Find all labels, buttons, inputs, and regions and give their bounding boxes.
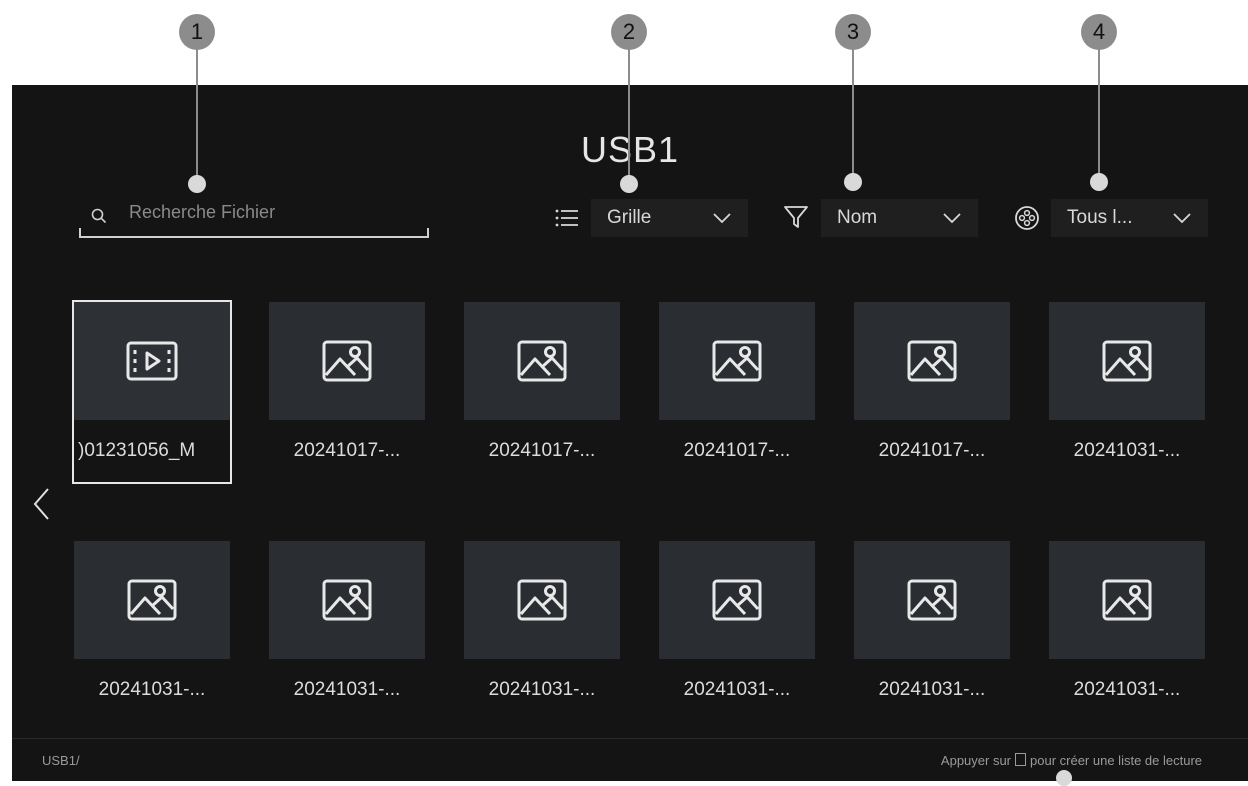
- image-file-icon: [322, 579, 372, 621]
- file-name: 20241031-...: [98, 679, 206, 700]
- callout-badge-1: 1: [179, 14, 215, 50]
- sort-value: Nom: [837, 207, 878, 228]
- file-thumbnail: [659, 541, 815, 659]
- file-tile[interactable]: )01231056_M: [72, 300, 232, 484]
- image-file-icon: [127, 579, 177, 621]
- current-path: USB1/: [42, 753, 80, 768]
- callout-dot-5: [1056, 770, 1072, 786]
- search-underline: [79, 228, 429, 238]
- content-type-dropdown[interactable]: Tous l...: [1051, 199, 1208, 237]
- file-name: 20241031-...: [878, 679, 986, 700]
- file-tile[interactable]: 20241017-...: [464, 302, 620, 482]
- view-mode-dropdown[interactable]: Grille: [591, 199, 748, 237]
- file-name: 20241017-...: [488, 440, 596, 461]
- file-tile[interactable]: 20241031-...: [1049, 302, 1205, 482]
- callout-dot-1: [188, 175, 206, 193]
- file-thumbnail: [854, 541, 1010, 659]
- file-tile[interactable]: 20241031-...: [659, 541, 815, 721]
- callout-dot-2: [620, 175, 638, 193]
- file-tile[interactable]: 20241017-...: [854, 302, 1010, 482]
- callout-line-2: [628, 48, 630, 183]
- file-thumbnail: [269, 541, 425, 659]
- image-file-icon: [712, 340, 762, 382]
- callout-line-4: [1098, 48, 1100, 183]
- callout-badge-3: 3: [835, 14, 871, 50]
- file-thumbnail: [74, 302, 230, 420]
- menu-key-icon: [1015, 753, 1027, 766]
- file-thumbnail: [854, 302, 1010, 420]
- file-name: )01231056_M: [78, 440, 196, 461]
- file-thumbnail: [1049, 302, 1205, 420]
- callout-dot-3: [844, 173, 862, 191]
- callout-badge-2: 2: [611, 14, 647, 50]
- file-name: 20241031-...: [683, 679, 791, 700]
- file-tile[interactable]: 20241031-...: [464, 541, 620, 721]
- view-mode-value: Grille: [607, 207, 652, 228]
- callout-badge-4: 4: [1081, 14, 1117, 50]
- image-file-icon: [1102, 579, 1152, 621]
- search-icon: [91, 208, 107, 224]
- image-file-icon: [907, 340, 957, 382]
- search-input[interactable]: Recherche Fichier: [79, 198, 429, 238]
- file-tile[interactable]: 20241031-...: [1049, 541, 1205, 721]
- file-tile[interactable]: 20241017-...: [269, 302, 425, 482]
- media-reel-icon: [1015, 206, 1039, 230]
- image-file-icon: [712, 579, 762, 621]
- playlist-hint: Appuyer sur pour créer une liste de lectu…: [941, 753, 1202, 768]
- file-thumbnail: [74, 541, 230, 659]
- file-tile[interactable]: 20241031-...: [74, 541, 230, 721]
- file-name: 20241031-...: [1073, 440, 1181, 461]
- file-name: 20241017-...: [878, 440, 986, 461]
- file-name: 20241031-...: [488, 679, 596, 700]
- hint-suffix: pour créer une liste de lecture: [1030, 753, 1202, 768]
- video-file-icon: [126, 341, 178, 381]
- file-tile[interactable]: 20241031-...: [269, 541, 425, 721]
- file-name: 20241017-...: [293, 440, 401, 461]
- hint-prefix: Appuyer sur: [940, 753, 1012, 768]
- sort-dropdown[interactable]: Nom: [821, 199, 978, 237]
- content-type-value: Tous l...: [1067, 207, 1133, 228]
- chevron-down-icon: [713, 213, 731, 224]
- image-file-icon: [517, 579, 567, 621]
- chevron-down-icon: [1173, 213, 1191, 224]
- file-thumbnail: [659, 302, 815, 420]
- file-thumbnail: [464, 541, 620, 659]
- chevron-left-icon[interactable]: [32, 487, 52, 521]
- file-name: 20241031-...: [1073, 679, 1181, 700]
- image-file-icon: [322, 340, 372, 382]
- callout-dot-4: [1090, 173, 1108, 191]
- file-tile[interactable]: 20241017-...: [659, 302, 815, 482]
- image-file-icon: [907, 579, 957, 621]
- callout-line-3: [852, 48, 854, 183]
- file-name: 20241017-...: [683, 440, 791, 461]
- image-file-icon: [517, 340, 567, 382]
- file-tile[interactable]: 20241031-...: [854, 541, 1010, 721]
- file-thumbnail: [269, 302, 425, 420]
- filter-icon: [784, 206, 808, 228]
- chevron-down-icon: [943, 213, 961, 224]
- image-file-icon: [1102, 340, 1152, 382]
- file-thumbnail: [464, 302, 620, 420]
- search-placeholder: Recherche Fichier: [129, 202, 276, 222]
- file-name: 20241031-...: [293, 679, 401, 700]
- callout-line-1: [196, 48, 198, 183]
- list-icon: [555, 209, 578, 227]
- file-thumbnail: [1049, 541, 1205, 659]
